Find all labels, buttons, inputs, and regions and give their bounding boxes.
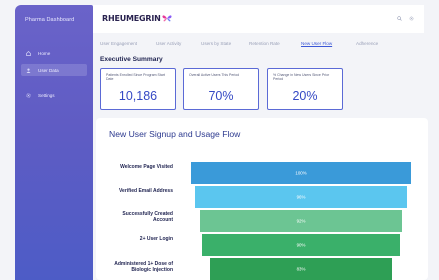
executive-summary-title: Executive Summary	[100, 56, 163, 63]
kpi-value: 70%	[208, 89, 234, 103]
sidebar-title: Pharma Dashboard	[25, 17, 75, 23]
sidebar-item-label: Settings	[38, 92, 55, 98]
funnel-bar-percent: 83%	[296, 266, 306, 272]
report-tabs: User Engagement User Activity Users by S…	[100, 41, 420, 49]
settings-icon[interactable]	[409, 16, 414, 21]
funnel-step-label: 2+ User Login	[139, 236, 173, 242]
funnel-bar[interactable]: 100%	[191, 162, 411, 184]
butterfly-logo-icon	[162, 15, 172, 22]
tab-new-user-flow[interactable]: New User Flow	[301, 41, 332, 46]
funnel-title: New User Signup and Usage Flow	[109, 129, 241, 139]
funnel-step-label: Welcome Page Visited	[120, 164, 173, 170]
sidebar-item-label: Home	[38, 50, 51, 56]
funnel-step-label: Successfully Created Account	[122, 211, 173, 223]
sidebar-item-user-data[interactable]: User Data	[21, 64, 87, 76]
user-icon	[26, 68, 31, 73]
brand-logo[interactable]: RHEUMEGRIN	[102, 14, 172, 23]
funnel-bar[interactable]: 92%	[199, 210, 403, 232]
funnel-bar[interactable]: 96%	[195, 186, 407, 208]
kpi-card-active-users: Overall Active Users This Period 70%	[183, 68, 259, 110]
kpi-label: % Change in New Users Since Prior Period	[273, 73, 330, 82]
home-icon	[26, 50, 31, 56]
funnel-step-label: Administered 1+ Dose of Biologic Injecti…	[114, 261, 173, 273]
funnel-step-label: Verified Email Address	[118, 188, 173, 194]
logo-text: RHEUMEGRIN	[102, 14, 161, 23]
sidebar-item-label: User Data	[38, 67, 59, 73]
tab-retention-rate[interactable]: Retention Rate	[249, 41, 280, 46]
kpi-label: Overall Active Users This Period	[189, 73, 240, 77]
funnel-bar[interactable]: 83%	[209, 258, 393, 280]
funnel-bar-percent: 90%	[296, 242, 306, 248]
top-bar: RHEUMEGRIN	[93, 5, 424, 33]
funnel-card: New User Signup and Usage Flow 100% Welco…	[96, 118, 428, 280]
gear-icon	[26, 92, 31, 98]
funnel-bar[interactable]: 90%	[202, 234, 400, 256]
tab-user-activity[interactable]: User Activity	[156, 41, 181, 46]
app-window: Pharma Dashboard Home User Data Settings…	[0, 0, 439, 280]
sidebar: Pharma Dashboard Home User Data Settings	[15, 5, 93, 280]
tab-adherence[interactable]: Adherence	[356, 41, 378, 46]
kpi-value: 10,186	[118, 89, 158, 103]
sidebar-item-home[interactable]: Home	[21, 47, 87, 59]
tab-user-engagement[interactable]: User Engagement	[100, 41, 137, 46]
funnel-bar-percent: 92%	[296, 218, 306, 224]
funnel-bar-percent: 96%	[296, 194, 306, 200]
header-actions	[397, 16, 414, 21]
kpi-value: 20%	[292, 89, 318, 103]
tab-users-by-state[interactable]: Users by State	[201, 41, 231, 46]
search-icon[interactable]	[397, 16, 402, 21]
kpi-card-new-users-change: % Change in New Users Since Prior Period…	[267, 68, 343, 110]
kpi-card-enrolled: Patients Enrolled Since Program Start Da…	[100, 68, 176, 110]
sidebar-item-settings[interactable]: Settings	[21, 89, 87, 101]
funnel-bar-percent: 100%	[295, 170, 307, 176]
kpi-label: Patients Enrolled Since Program Start Da…	[106, 73, 165, 82]
